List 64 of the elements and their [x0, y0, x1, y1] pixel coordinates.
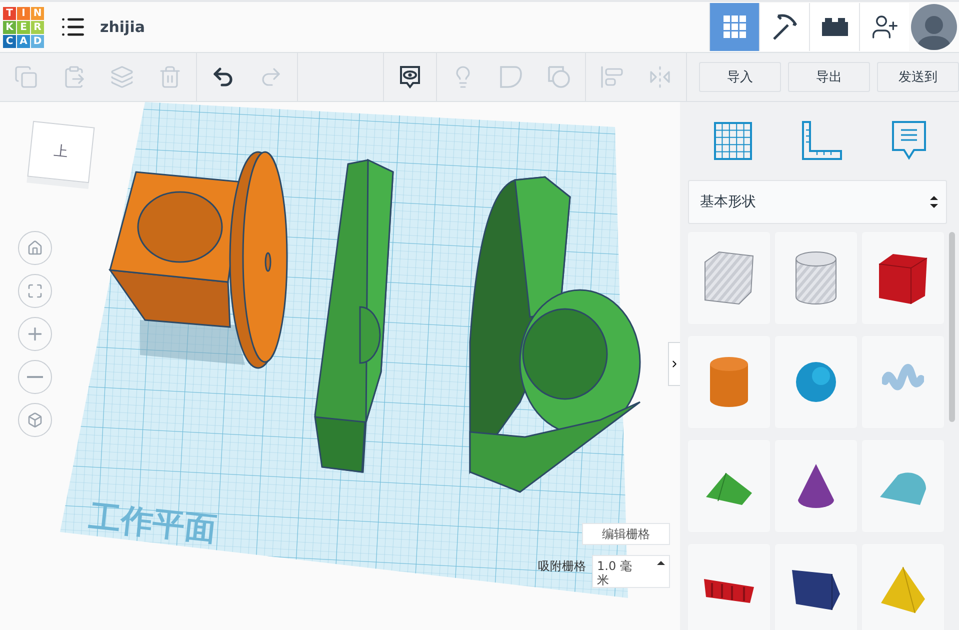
block-part-drawing[interactable] [108, 151, 288, 369]
scrollbar-thumb[interactable] [949, 232, 955, 422]
caret-icon [657, 559, 665, 567]
snap-grid-label: 吸附栅格 [538, 558, 586, 575]
workplane-label: 工作平面 [87, 497, 218, 548]
undo-icon [211, 65, 235, 89]
fit-view-icon [27, 283, 43, 299]
square-circle-icon [546, 64, 572, 90]
copy-icon [14, 65, 38, 89]
minus-icon [27, 376, 43, 378]
add-user-icon [870, 13, 898, 41]
shape-tile[interactable] [775, 336, 857, 428]
shape-tile[interactable] [862, 232, 944, 324]
align-icon [600, 65, 624, 89]
mirror-icon [648, 65, 672, 89]
edit-grid-button[interactable]: 编辑栅格 [582, 523, 670, 545]
grid-plane-icon [712, 120, 754, 162]
shape-tile[interactable] [775, 544, 857, 630]
shape-library-select[interactable]: 基本形状 [688, 180, 947, 224]
shape-tile[interactable] [862, 440, 944, 532]
prism-icon [790, 568, 842, 612]
paste-icon [62, 65, 86, 89]
shape-tile[interactable] [862, 336, 944, 428]
home-button[interactable] [18, 231, 52, 265]
shape-tile[interactable] [862, 544, 944, 630]
zoom-in-button[interactable] [18, 317, 52, 351]
view-tab[interactable] [759, 3, 809, 51]
view-tab[interactable] [809, 3, 859, 51]
cube-icon [27, 412, 43, 428]
action-button[interactable]: 发送到 [877, 62, 959, 92]
shape-tile[interactable] [688, 544, 770, 630]
shape-tile[interactable] [688, 232, 770, 324]
action-button[interactable]: 导入 [699, 62, 781, 92]
sort-caret-icon [930, 195, 938, 209]
pyramid-icon [879, 565, 927, 615]
shape-tile[interactable] [775, 232, 857, 324]
workplane-tool-button[interactable] [712, 120, 754, 162]
cone-icon [796, 462, 836, 510]
delete-icon [158, 65, 182, 89]
fit-view-button[interactable] [18, 274, 52, 308]
striped-cylinder-icon [793, 250, 839, 306]
eye-bubble-icon [397, 64, 423, 90]
view-tab[interactable] [859, 3, 909, 51]
brick-icon [820, 16, 848, 38]
shape-tile[interactable] [688, 440, 770, 532]
collapse-panel-button[interactable] [668, 342, 680, 386]
ruler-icon [800, 120, 842, 162]
shape-tile[interactable] [775, 440, 857, 532]
action-button[interactable]: 导出 [788, 62, 870, 92]
slab-part-drawing[interactable] [314, 158, 394, 473]
project-title: zhijia [100, 18, 146, 36]
shape-tile[interactable] [688, 336, 770, 428]
zoom-out-button[interactable] [18, 360, 52, 394]
logo[interactable]: T I N K E R C A D [3, 6, 44, 48]
perspective-button[interactable] [18, 403, 52, 437]
bracket-part-drawing[interactable] [469, 176, 641, 493]
home-icon [27, 240, 43, 256]
grid-icon [722, 15, 746, 39]
sphere-icon [795, 361, 837, 403]
ruler-tool-button[interactable] [800, 120, 842, 162]
cylinder-icon [708, 355, 750, 409]
avatar[interactable] [911, 4, 957, 50]
snap-grid-select[interactable]: 1.0 毫米 [592, 555, 670, 588]
duplicate-icon [110, 65, 134, 89]
